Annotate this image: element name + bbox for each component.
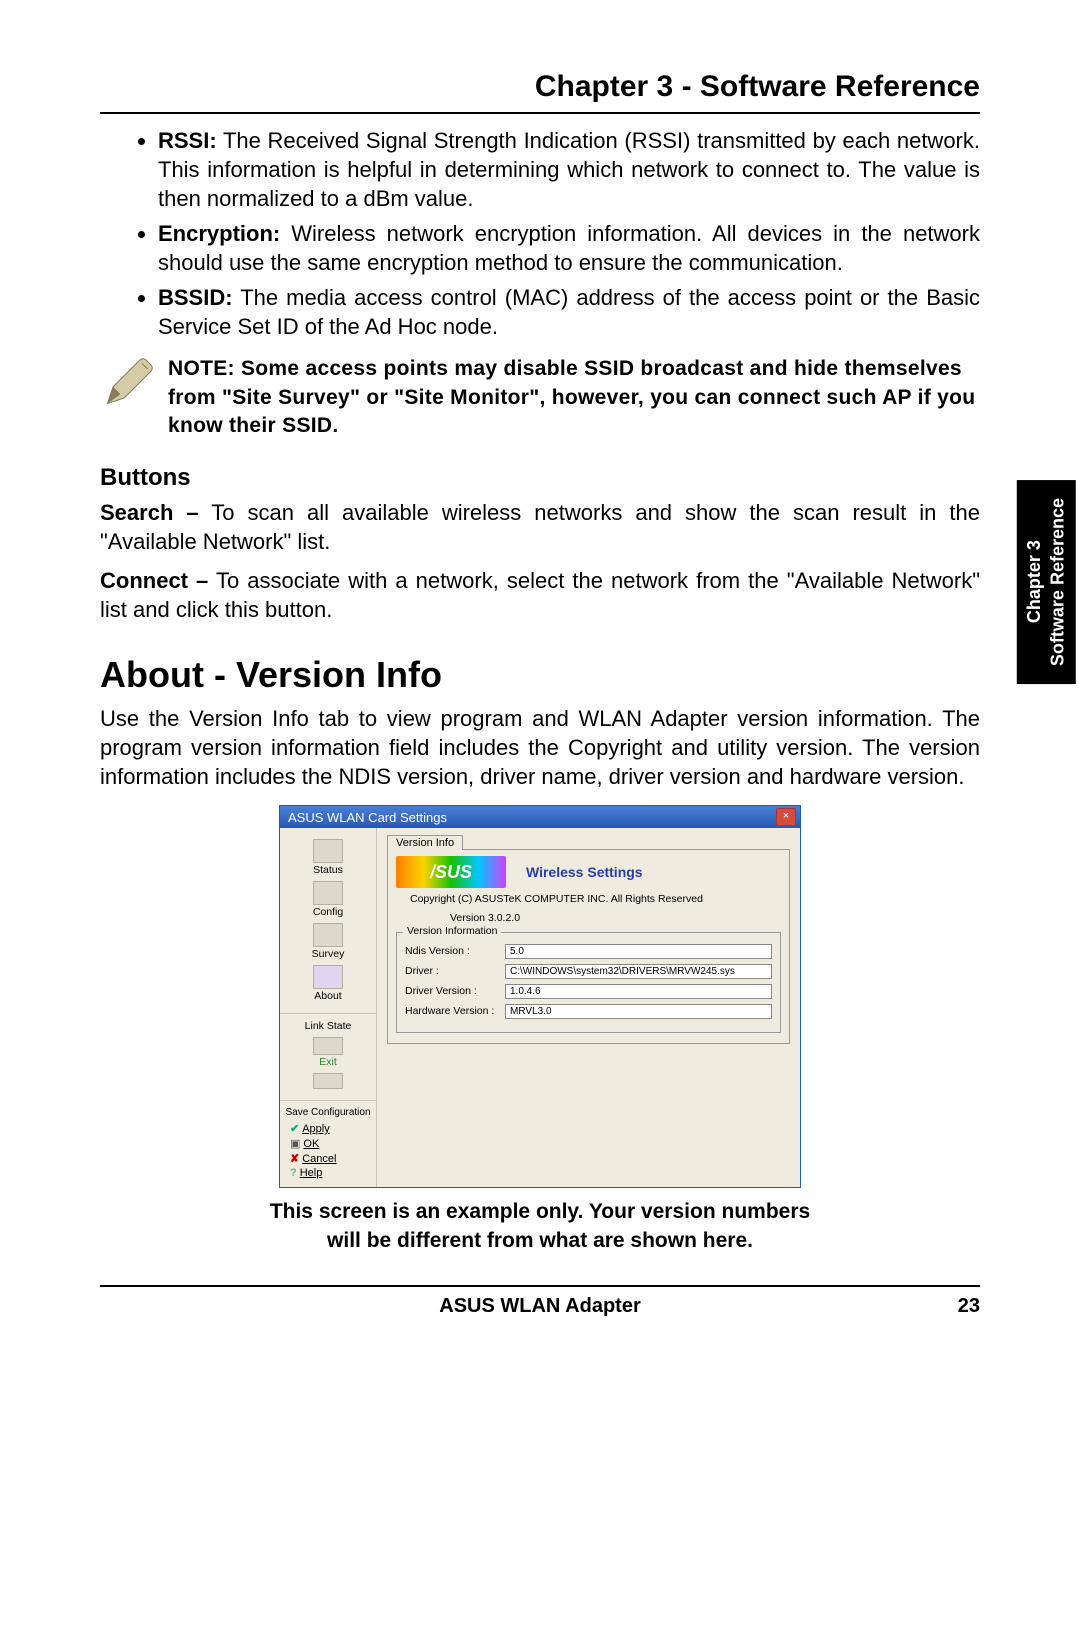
sidebar-action-buttons: ✔Apply ▣OK ✘Cancel ?Help [280, 1122, 376, 1179]
about-heading: About - Version Info [100, 654, 980, 696]
note-text: NOTE: Some access points may disable SSI… [168, 355, 980, 440]
rssi-text: The Received Signal Strength Indication … [158, 128, 980, 211]
window-title: ASUS WLAN Card Settings [288, 810, 447, 825]
close-button[interactable]: × [776, 808, 796, 826]
footer: ASUS WLAN Adapter 23 [100, 1285, 980, 1318]
sidebar-label-exit[interactable]: Exit [280, 1056, 376, 1068]
copyright-text: Copyright (C) ASUSTeK COMPUTER INC. All … [410, 892, 781, 907]
bullet-bssid: BSSID: The media access control (MAC) ad… [158, 283, 980, 341]
content-panel: Version Info /SUS Wireless Settings Copy… [377, 828, 800, 1187]
title-bar: ASUS WLAN Card Settings × [280, 806, 800, 828]
connect-label: Connect – [100, 568, 208, 593]
hardware-version-label: Hardware Version : [405, 1005, 505, 1017]
tab-version-info[interactable]: Version Info [387, 835, 463, 850]
sidebar-item-about[interactable]: About [280, 965, 376, 1002]
chapter-title: Chapter 3 - Software Reference [100, 70, 980, 104]
footer-product: ASUS WLAN Adapter [439, 1295, 640, 1317]
driver-version-value: 1.0.4.6 [505, 984, 772, 999]
search-text: To scan all available wireless networks … [100, 500, 980, 554]
sidebar-label-about: About [280, 990, 376, 1002]
connect-text: To associate with a network, select the … [100, 568, 980, 622]
survey-icon [313, 923, 343, 947]
page-number: 23 [958, 1295, 980, 1318]
screenshot-caption: This screen is an example only. Your ver… [100, 1198, 980, 1255]
hardware-version-value: MRVL3.0 [505, 1004, 772, 1019]
driver-value: C:\WINDOWS\system32\DRIVERS\MRVW245.sys [505, 964, 772, 979]
bssid-label: BSSID: [158, 285, 233, 310]
encryption-label: Encryption: [158, 221, 280, 246]
ok-button[interactable]: ▣OK [290, 1137, 376, 1150]
check-icon: ✔ [290, 1122, 299, 1135]
version-fieldset: Version Information Ndis Version : 5.0 D… [396, 932, 781, 1033]
side-chapter-tab: Chapter 3 Software Reference [1017, 480, 1076, 684]
fieldset-legend: Version Information [403, 925, 501, 937]
sidebar-label-config: Config [280, 906, 376, 918]
asus-logo: /SUS [396, 856, 506, 888]
misc-icon [313, 1073, 343, 1089]
utility-version-text: Version 3.0.2.0 [450, 911, 781, 926]
sidebar-item-linkstate[interactable]: Exit [280, 1037, 376, 1068]
connect-paragraph: Connect – To associate with a network, s… [100, 566, 980, 624]
sidebar-item-config[interactable]: Config [280, 881, 376, 918]
pencil-icon [100, 355, 156, 416]
rssi-label: RSSI: [158, 128, 217, 153]
definition-list: RSSI: The Received Signal Strength Indic… [100, 126, 980, 341]
x-icon: ✘ [290, 1152, 299, 1165]
dialog-window: ASUS WLAN Card Settings × Status Config [279, 805, 801, 1188]
sidebar-label-linkstate: Link State [280, 1020, 376, 1032]
sidebar-label-status: Status [280, 864, 376, 876]
sidebar-item-survey[interactable]: Survey [280, 923, 376, 960]
floppy-icon: ▣ [290, 1137, 300, 1150]
bssid-text: The media access control (MAC) address o… [158, 285, 980, 339]
status-icon [313, 839, 343, 863]
bullet-encryption: Encryption: Wireless network encryption … [158, 219, 980, 277]
tab-panel: /SUS Wireless Settings Copyright (C) ASU… [387, 849, 790, 1043]
ndis-version-label: Ndis Version : [405, 945, 505, 957]
config-icon [313, 881, 343, 905]
note-block: NOTE: Some access points may disable SSI… [100, 355, 980, 440]
sidebar-item-status[interactable]: Status [280, 839, 376, 876]
encryption-text: Wireless network encryption information.… [158, 221, 980, 275]
sidebar-save-label: Save Configuration [280, 1107, 376, 1118]
driver-label: Driver : [405, 965, 505, 977]
header-rule [100, 112, 980, 114]
search-paragraph: Search – To scan all available wireless … [100, 498, 980, 556]
about-icon [313, 965, 343, 989]
about-paragraph: Use the Version Info tab to view program… [100, 704, 980, 791]
ndis-version-value: 5.0 [505, 944, 772, 959]
sidebar: Status Config Survey About [280, 828, 377, 1187]
buttons-heading: Buttons [100, 464, 980, 492]
apply-button[interactable]: ✔Apply [290, 1122, 376, 1135]
search-label: Search – [100, 500, 199, 525]
sidebar-item-misc[interactable] [280, 1073, 376, 1089]
help-button[interactable]: ?Help [290, 1167, 376, 1179]
linkstate-icon [313, 1037, 343, 1055]
question-icon: ? [290, 1167, 297, 1179]
bullet-rssi: RSSI: The Received Signal Strength Indic… [158, 126, 980, 213]
cancel-button[interactable]: ✘Cancel [290, 1152, 376, 1165]
sidebar-label-survey: Survey [280, 948, 376, 960]
driver-version-label: Driver Version : [405, 985, 505, 997]
wireless-settings-label: Wireless Settings [526, 864, 643, 880]
